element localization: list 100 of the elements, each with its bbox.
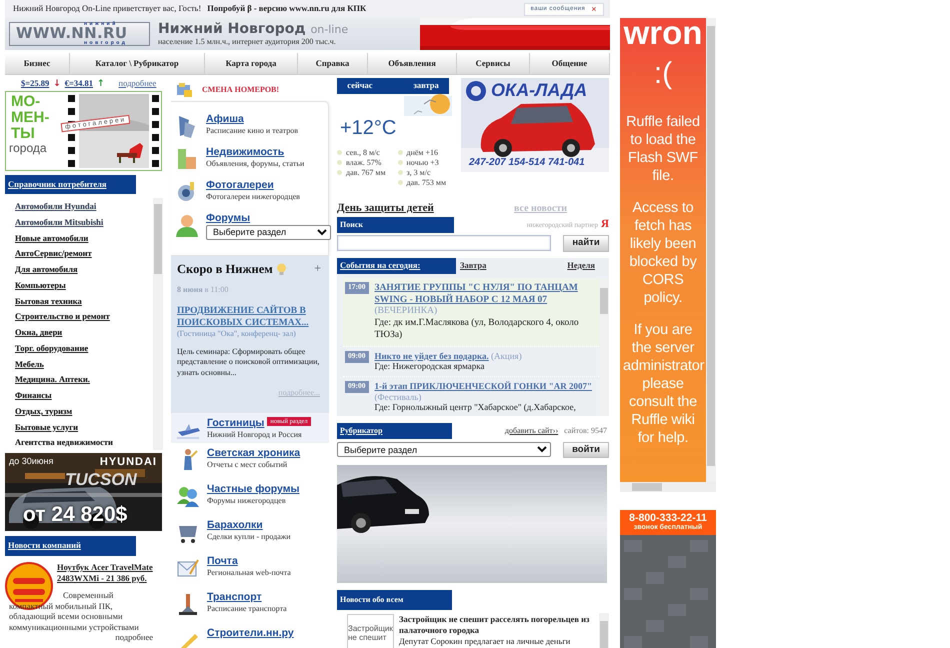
nav-link[interactable]: Объявления <box>368 53 457 74</box>
search-field[interactable] <box>337 235 551 252</box>
section-select[interactable]: Выберите раздел <box>206 224 331 240</box>
person-icon <box>175 213 199 237</box>
category-text[interactable]: Агентства недвижимости <box>15 438 153 450</box>
greeting-text: Нижний Новгород On-Line приветствует вас, Гость! <box>13 4 202 14</box>
people-icon <box>176 484 200 508</box>
service-link[interactable]: Форумы <box>206 212 250 224</box>
service-description: Нижний Новгород и Россия <box>207 430 303 439</box>
news-title-link[interactable]: Ноутбук Acer TravelMate 2483WXMi - 21 386 руб. <box>57 562 153 583</box>
service-link[interactable]: Фотогалереи <box>206 179 274 191</box>
service-link[interactable]: Афиша <box>206 113 244 125</box>
event-category: (Фестиваль) <box>374 392 422 402</box>
more-link[interactable]: подробнее <box>118 79 156 89</box>
error-message: Access to fetch has likely been blocked by CORS policy. <box>628 199 698 307</box>
search-button[interactable]: найти <box>563 234 609 252</box>
category-link[interactable]: Отдых, туризм <box>15 406 153 422</box>
section-header[interactable]: Новости компаний <box>5 536 136 556</box>
login-button[interactable]: войти <box>563 442 609 458</box>
category-link[interactable]: Бытовые услуги <box>15 422 153 438</box>
section-header[interactable]: Рубрикатор <box>337 422 452 439</box>
service-description: Региональная web-почта <box>207 568 291 577</box>
add-button[interactable]: + <box>314 262 321 276</box>
brand-text: ОКА-ЛАДА <box>491 80 588 101</box>
weather-tab[interactable]: завтра <box>413 81 439 91</box>
service-link[interactable]: Барахолки <box>207 519 263 531</box>
category-link[interactable]: Для автомобиля <box>15 265 153 281</box>
headline-link[interactable]: День защиты детей <box>337 202 434 215</box>
service-link[interactable]: Светская хроника <box>207 447 300 459</box>
add-site-link[interactable]: добавить сайт›› <box>504 426 558 436</box>
weather-detail: ночью +3 <box>406 158 439 167</box>
event-title-link[interactable]: 1-й этап ПРИКЛЮЧЕНЧЕСКОЙ ГОНКИ "AR 2007" <box>374 381 592 392</box>
category-link[interactable]: Финансы <box>15 391 153 407</box>
category-link[interactable]: АвтоСервис/ремонт <box>15 249 153 265</box>
more-link[interactable]: подробнее <box>115 632 153 642</box>
weather-detail: дав. 753 мм <box>406 178 446 187</box>
events-tab[interactable]: События на сегодня: <box>337 258 456 274</box>
nav-link[interactable]: Общение <box>530 53 610 74</box>
banner-text: до 30июня <box>9 456 54 466</box>
category-link[interactable]: Бытовая техника <box>15 296 153 312</box>
service-link[interactable]: Гостиницы <box>207 417 264 429</box>
category-link[interactable]: Окна, двери <box>15 328 153 344</box>
service-link[interactable]: Транспорт <box>207 591 262 603</box>
banner-subtitle: города <box>9 142 47 156</box>
service-link[interactable]: Недвижимость <box>206 146 284 158</box>
category-link[interactable]: Компьютеры <box>15 280 153 296</box>
event-place: Где: дк им.Г.Маслякова (ул, Володарского 4, около ТЮЗа) <box>374 316 580 341</box>
scrollbar[interactable] <box>620 482 716 492</box>
close-button[interactable]: × <box>591 4 597 14</box>
service-description: Отчеты с мест событий <box>207 460 288 469</box>
category-link[interactable]: Торг. оборудование <box>15 344 153 360</box>
partner-logo[interactable]: Я <box>601 218 609 231</box>
category-link[interactable]: Мебель <box>15 360 153 376</box>
section-select[interactable]: Выберите раздел <box>337 442 551 458</box>
nav-link[interactable]: Карта города <box>205 53 298 74</box>
section-header[interactable]: Справочник потребителя <box>5 175 136 194</box>
scrollbar[interactable] <box>599 612 609 648</box>
weather-detail: влаж. 57% <box>346 158 382 167</box>
nav-link[interactable]: Каталог \ Рубрикатор <box>70 53 205 74</box>
category-link[interactable]: Автомобили Mitsubishi <box>15 218 153 234</box>
promo-link[interactable]: Попробуй β - версию www.nn.ru для КПК <box>207 4 366 14</box>
category-link[interactable]: Автомобили Hyundai <box>15 202 153 218</box>
model-text: TUCSON <box>65 470 137 490</box>
tagline-text: население 1.5 млн.ч., интернет аудитория 200 тыс.ч. <box>158 36 337 46</box>
broken-image: Застройщик не спешит <box>347 614 394 648</box>
scrollbar[interactable] <box>706 18 716 482</box>
event-title-link[interactable]: ПРОДВИЖЕНИЕ САЙТОВ В ПОИСКОВЫХ СИСТЕМАХ... <box>177 304 324 329</box>
section-header: Поиск <box>337 216 454 233</box>
service-description: Расписание транспорта <box>207 604 287 613</box>
tower-icon <box>176 592 200 616</box>
nav-link[interactable]: Сервисы <box>457 53 530 74</box>
event-title-link[interactable]: Никто не уйдет без подарка. <box>374 350 489 361</box>
service-link[interactable]: Строители.нн.ру <box>207 627 294 639</box>
nav-link[interactable]: Бизнес <box>5 53 70 74</box>
service-description: Сделки купли - продажи <box>207 532 291 541</box>
service-link[interactable]: Почта <box>207 555 238 567</box>
scrollbar[interactable] <box>599 278 609 415</box>
weather-tab[interactable]: сейчас <box>347 81 373 91</box>
section-header[interactable]: Новости обо всем <box>337 590 452 610</box>
currency-rate[interactable]: $=25.89 <box>21 79 50 89</box>
news-title-link[interactable]: Застройщик не спешит расселять погорельцев из палаточного городка <box>399 614 599 636</box>
category-link[interactable]: Новые автомобили <box>15 234 153 250</box>
event-title-link[interactable]: ЗАНЯТИЕ ГРУППЫ "С НУЛЯ" ПО ТАНЦАМ SWING - НОВЫЙ НАБОР С 12 МАЯ 07 <box>374 282 597 306</box>
currency-rate[interactable]: €=34.81 <box>64 79 93 89</box>
up-arrow-icon: ↑ <box>96 78 105 90</box>
events-tab[interactable]: Завтра <box>460 260 486 271</box>
weather-detail: сев., 8 м/с <box>346 148 380 157</box>
category-link[interactable]: Медицина. Аптеки. <box>15 375 153 391</box>
panel-title: Скоро в Нижнем <box>177 262 273 276</box>
service-description: Фотогалереи нижегородцев <box>206 192 300 201</box>
weather-detail: з, 3 м/с <box>406 168 430 177</box>
service-link[interactable]: Частные форумы <box>207 483 300 495</box>
notice-icon <box>176 82 192 98</box>
category-link[interactable]: Строительство и ремонт <box>15 312 153 328</box>
events-tab[interactable]: Неделя <box>567 260 595 271</box>
scrollbar[interactable] <box>153 198 163 450</box>
building-icon <box>175 147 199 171</box>
service-description: Расписание кино и театров <box>206 126 298 135</box>
event-category: (Акция) <box>491 350 522 361</box>
nav-link[interactable]: Справка <box>298 53 368 74</box>
